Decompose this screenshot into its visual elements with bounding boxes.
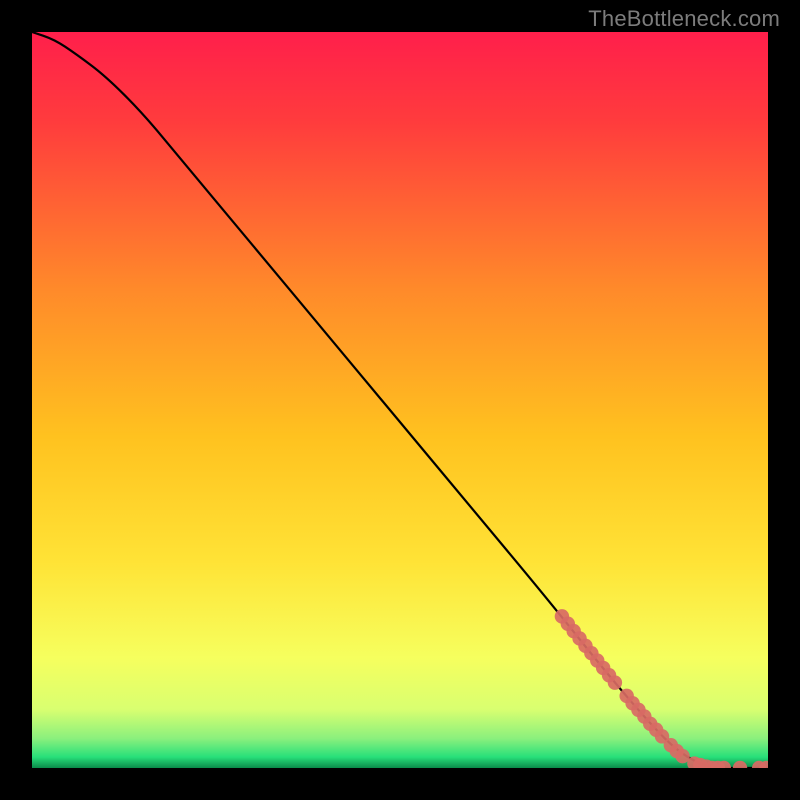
gradient-background (32, 32, 768, 768)
data-point (608, 675, 622, 689)
chart-frame: TheBottleneck.com (0, 0, 800, 800)
attribution-text: TheBottleneck.com (588, 6, 780, 32)
chart-svg (32, 32, 768, 768)
plot-area (32, 32, 768, 768)
